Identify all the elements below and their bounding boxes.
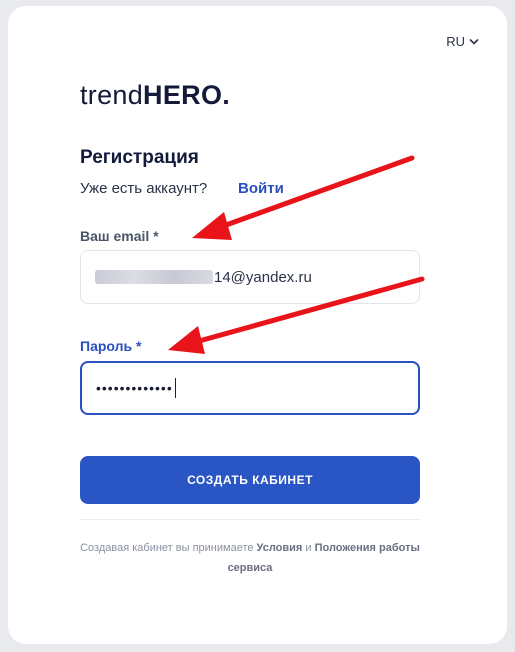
create-account-button[interactable]: СОЗДАТЬ КАБИНЕТ <box>80 456 420 504</box>
email-value: 14@yandex.ru <box>214 268 312 286</box>
language-selector[interactable]: RU <box>446 34 479 49</box>
login-link[interactable]: Войти <box>238 180 284 197</box>
password-label: Пароль * <box>80 338 142 354</box>
logo-light: trend <box>80 80 144 110</box>
email-label: Ваш email * <box>80 228 159 244</box>
terms-prefix: Создавая кабинет вы принимаете <box>80 542 254 554</box>
page-title: Регистрация <box>80 147 199 168</box>
email-field[interactable]: 14@yandex.ru <box>80 250 420 304</box>
text-cursor <box>174 378 176 398</box>
terms-link-conditions[interactable]: Условия <box>257 542 303 554</box>
language-code: RU <box>446 34 465 49</box>
trendhero-logo: trendHERO. <box>80 80 230 111</box>
logo-bold: HERO. <box>143 80 231 110</box>
terms-text: Создавая кабинет вы принимаете Условия и… <box>80 538 420 578</box>
terms-and: и <box>305 542 312 554</box>
chevron-down-icon <box>469 38 479 45</box>
password-value: ••••••••••••• <box>96 380 173 396</box>
divider <box>80 519 420 520</box>
password-field[interactable]: ••••••••••••• <box>80 361 420 415</box>
have-account-text: Уже есть аккаунт? <box>80 180 208 197</box>
redacted-email-part <box>95 270 213 284</box>
